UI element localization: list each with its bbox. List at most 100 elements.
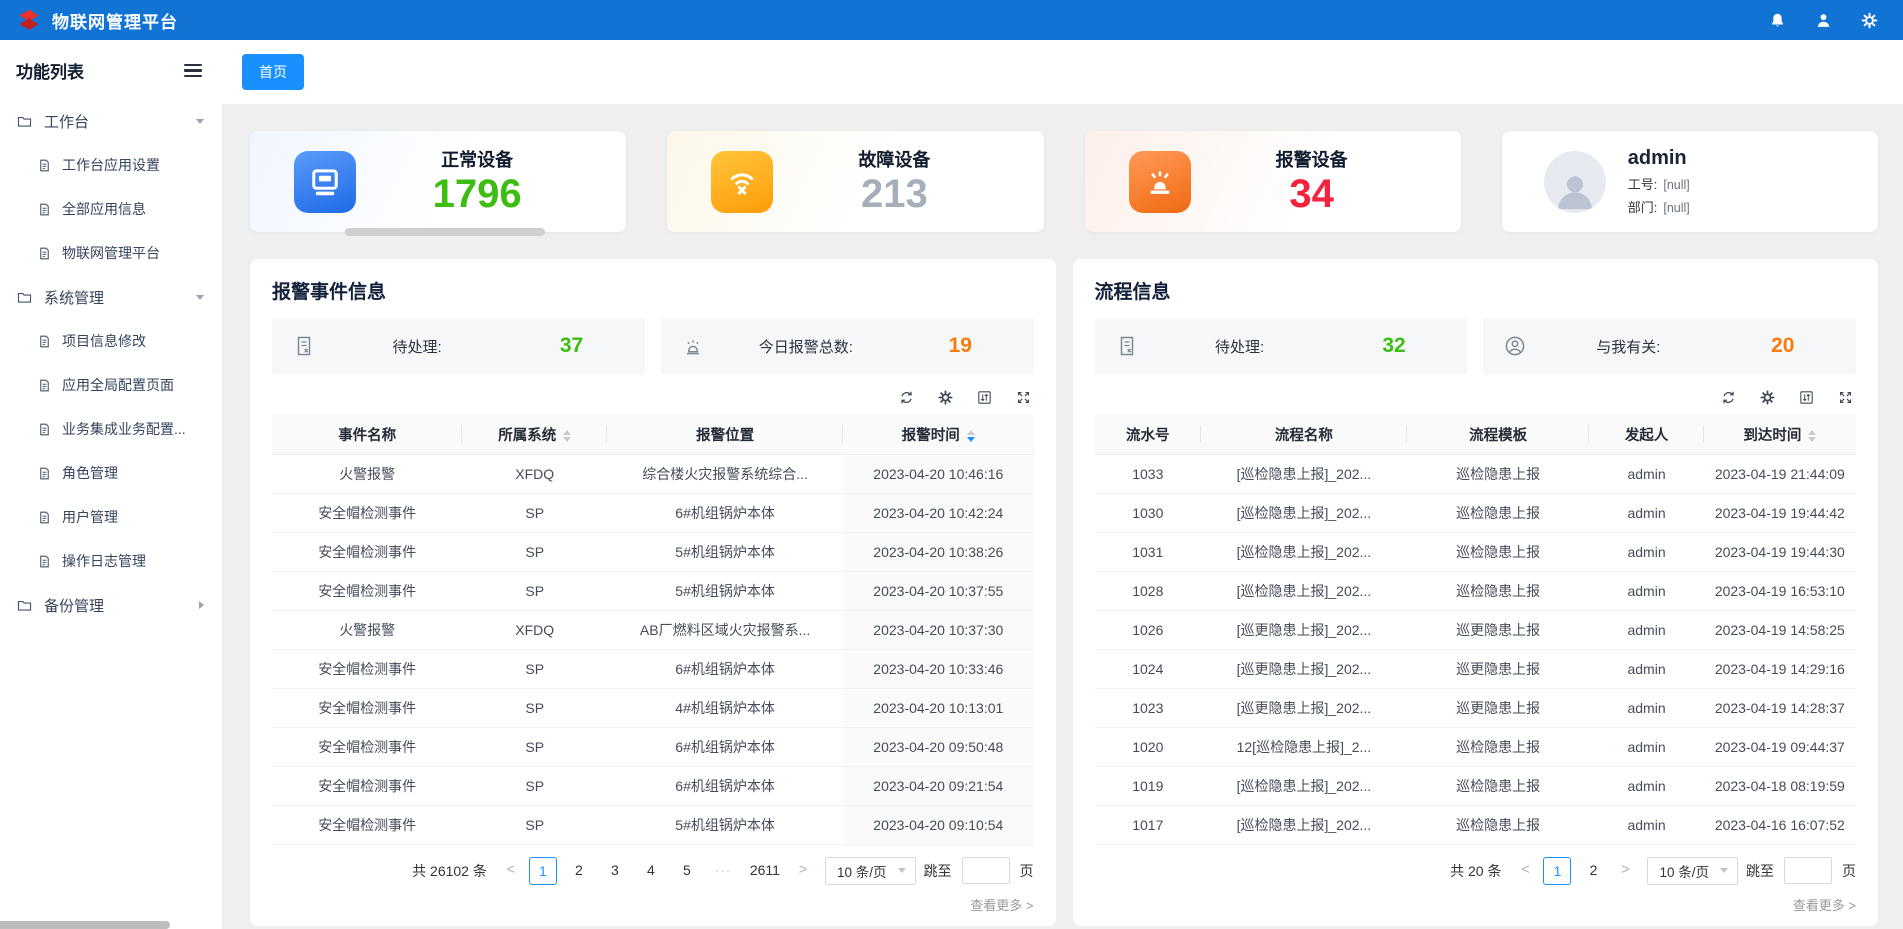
sidebar-group-system-mgmt[interactable]: 系统管理 <box>0 275 222 319</box>
horizontal-scrollbar[interactable] <box>0 921 170 929</box>
table-cell: 6#机组锅炉本体 <box>607 727 843 766</box>
column-settings-icon[interactable] <box>1798 389 1815 406</box>
view-more-link[interactable]: 查看更多 > <box>1095 895 1857 914</box>
col-event-name[interactable]: 事件名称 <box>272 415 462 454</box>
chevron-down-icon <box>196 295 204 300</box>
table-row[interactable]: 1019[巡检隐患上报]_202...巡检隐患上报admin2023-04-18… <box>1095 766 1857 805</box>
dashboard-content: 正常设备 1796 故障设备 213 报警设备 34 <box>222 104 1903 929</box>
table-cell: 巡检隐患上报 <box>1407 532 1590 571</box>
table-row[interactable]: 102012[巡检隐患上报]_2...巡检隐患上报admin2023-04-19… <box>1095 727 1857 766</box>
table-row[interactable]: 1033[巡检隐患上报]_202...巡检隐患上报admin2023-04-19… <box>1095 454 1857 493</box>
sidebar-item-all-app-info[interactable]: 全部应用信息 <box>0 187 222 231</box>
table-cell: [巡检隐患上报]_202... <box>1201 766 1407 805</box>
table-row[interactable]: 安全帽检测事件SP5#机组锅炉本体2023-04-20 09:10:54 <box>272 805 1034 844</box>
table-row[interactable]: 安全帽检测事件SP6#机组锅炉本体2023-04-20 10:33:46 <box>272 649 1034 688</box>
pagination-page-1[interactable]: 1 <box>529 857 557 885</box>
gear-icon[interactable] <box>937 389 954 406</box>
bell-icon[interactable] <box>1768 11 1787 30</box>
user-icon[interactable] <box>1814 11 1833 30</box>
sidebar-item-user-mgmt[interactable]: 用户管理 <box>0 495 222 539</box>
table-cell: 1019 <box>1095 766 1202 805</box>
doc-icon <box>37 422 52 437</box>
table-row[interactable]: 1028[巡检隐患上报]_202...巡检隐患上报admin2023-04-19… <box>1095 571 1857 610</box>
pagination: 共 26102 条 < 12345···2611 > 10 条/页 跳至 页 <box>272 857 1034 885</box>
table-row[interactable]: 1026[巡更隐患上报]_202...巡更隐患上报admin2023-04-19… <box>1095 610 1857 649</box>
col-flow-name[interactable]: 流程名称 <box>1201 415 1407 454</box>
table-row[interactable]: 安全帽检测事件SP6#机组锅炉本体2023-04-20 09:50:48 <box>272 727 1034 766</box>
table-cell: XFDQ <box>462 454 607 493</box>
table-cell: 2023-04-19 19:44:30 <box>1704 532 1856 571</box>
sidebar-item-workbench-app-settings[interactable]: 工作台应用设置 <box>0 143 222 187</box>
table-cell: admin <box>1589 688 1703 727</box>
pagination-page-2611[interactable]: 2611 <box>745 857 785 885</box>
sidebar-item-business-integration-config[interactable]: 业务集成业务配置... <box>0 407 222 451</box>
table-row[interactable]: 安全帽检测事件SP6#机组锅炉本体2023-04-20 10:42:24 <box>272 493 1034 532</box>
pagination-page-2[interactable]: 2 <box>565 857 593 885</box>
fullscreen-icon[interactable] <box>1015 389 1032 406</box>
table-cell: SP <box>462 649 607 688</box>
refresh-icon[interactable] <box>1720 389 1737 406</box>
table-row[interactable]: 1031[巡检隐患上报]_202...巡检隐患上报admin2023-04-19… <box>1095 532 1857 571</box>
table-cell: 2023-04-19 14:28:37 <box>1704 688 1856 727</box>
view-more-link[interactable]: 查看更多 > <box>272 895 1034 914</box>
fullscreen-icon[interactable] <box>1837 389 1854 406</box>
table-row[interactable]: 1024[巡更隐患上报]_202...巡更隐患上报admin2023-04-19… <box>1095 649 1857 688</box>
table-cell: 巡检隐患上报 <box>1407 571 1590 610</box>
page-size-select[interactable]: 10 条/页 <box>825 857 916 885</box>
table-cell: 2023-04-20 09:21:54 <box>843 766 1033 805</box>
next-page-button[interactable]: > <box>793 857 813 885</box>
col-arrival-time[interactable]: 到达时间 <box>1704 415 1856 454</box>
table-row[interactable]: 安全帽检测事件SP5#机组锅炉本体2023-04-20 10:38:26 <box>272 532 1034 571</box>
tab-home[interactable]: 首页 <box>242 54 304 90</box>
col-system[interactable]: 所属系统 <box>462 415 607 454</box>
table-row[interactable]: 安全帽检测事件SP6#机组锅炉本体2023-04-20 09:21:54 <box>272 766 1034 805</box>
table-cell: 巡检隐患上报 <box>1407 454 1590 493</box>
table-row[interactable]: 安全帽检测事件SP5#机组锅炉本体2023-04-20 10:37:55 <box>272 571 1034 610</box>
gear-icon[interactable] <box>1860 11 1879 30</box>
prev-page-button[interactable]: < <box>1515 857 1535 885</box>
pagination-page-4[interactable]: 4 <box>637 857 665 885</box>
refresh-icon[interactable] <box>898 389 915 406</box>
table-toolbar <box>274 389 1032 406</box>
page-suffix: 页 <box>1020 861 1034 881</box>
sidebar-group-workbench[interactable]: 工作台 <box>0 99 222 143</box>
col-initiator[interactable]: 发起人 <box>1589 415 1703 454</box>
table-cell: 1024 <box>1095 649 1202 688</box>
sidebar-group-backup-mgmt[interactable]: 备份管理 <box>0 583 222 627</box>
pagination-page-2[interactable]: 2 <box>1579 857 1607 885</box>
table-row[interactable]: 安全帽检测事件SP4#机组锅炉本体2023-04-20 10:13:01 <box>272 688 1034 727</box>
stat-card-alarm-devices: 报警设备 34 <box>1085 131 1461 232</box>
sidebar-item-role-mgmt[interactable]: 角色管理 <box>0 451 222 495</box>
col-serial-no[interactable]: 流水号 <box>1095 415 1202 454</box>
table-row[interactable]: 火警报警XFDQ综合楼火灾报警系统综合...2023-04-20 10:46:1… <box>272 454 1034 493</box>
sidebar-item-iot-platform[interactable]: 物联网管理平台 <box>0 231 222 275</box>
sidebar-item-operation-log-mgmt[interactable]: 操作日志管理 <box>0 539 222 583</box>
col-flow-template[interactable]: 流程模板 <box>1407 415 1590 454</box>
table-cell: SP <box>462 571 607 610</box>
page-jump-input[interactable] <box>962 857 1010 884</box>
table-row[interactable]: 1030[巡检隐患上报]_202...巡检隐患上报admin2023-04-19… <box>1095 493 1857 532</box>
sort-icon <box>563 430 571 442</box>
prev-page-button[interactable]: < <box>501 857 521 885</box>
alarm-events-panel: 报警事件信息 待处理: 37 今日报警总数: 19 <box>250 259 1056 926</box>
sidebar-item-global-config-page[interactable]: 应用全局配置页面 <box>0 363 222 407</box>
sidebar-item-project-info-edit[interactable]: 项目信息修改 <box>0 319 222 363</box>
horizontal-scrollbar-thumb[interactable] <box>345 228 545 236</box>
next-page-button[interactable]: > <box>1615 857 1635 885</box>
pagination-page-3[interactable]: 3 <box>601 857 629 885</box>
col-alarm-time[interactable]: 报警时间 <box>843 415 1033 454</box>
stat-card-normal-devices: 正常设备 1796 <box>250 131 626 232</box>
table-cell: 2023-04-16 16:07:52 <box>1704 805 1856 844</box>
pagination-page-5[interactable]: 5 <box>673 857 701 885</box>
table-row[interactable]: 火警报警XFDQAB厂燃料区域火灾报警系...2023-04-20 10:37:… <box>272 610 1034 649</box>
col-alarm-location[interactable]: 报警位置 <box>607 415 843 454</box>
menu-collapse-icon[interactable] <box>184 64 202 78</box>
gear-icon[interactable] <box>1759 389 1776 406</box>
page-size-select[interactable]: 10 条/页 <box>1647 857 1738 885</box>
pagination-page-1[interactable]: 1 <box>1543 857 1571 885</box>
table-row[interactable]: 1023[巡更隐患上报]_202...巡更隐患上报admin2023-04-19… <box>1095 688 1857 727</box>
column-settings-icon[interactable] <box>976 389 993 406</box>
pagination-ellipsis[interactable]: ··· <box>709 857 737 885</box>
table-row[interactable]: 1017[巡检隐患上报]_202...巡检隐患上报admin2023-04-16… <box>1095 805 1857 844</box>
page-jump-input[interactable] <box>1784 857 1832 884</box>
